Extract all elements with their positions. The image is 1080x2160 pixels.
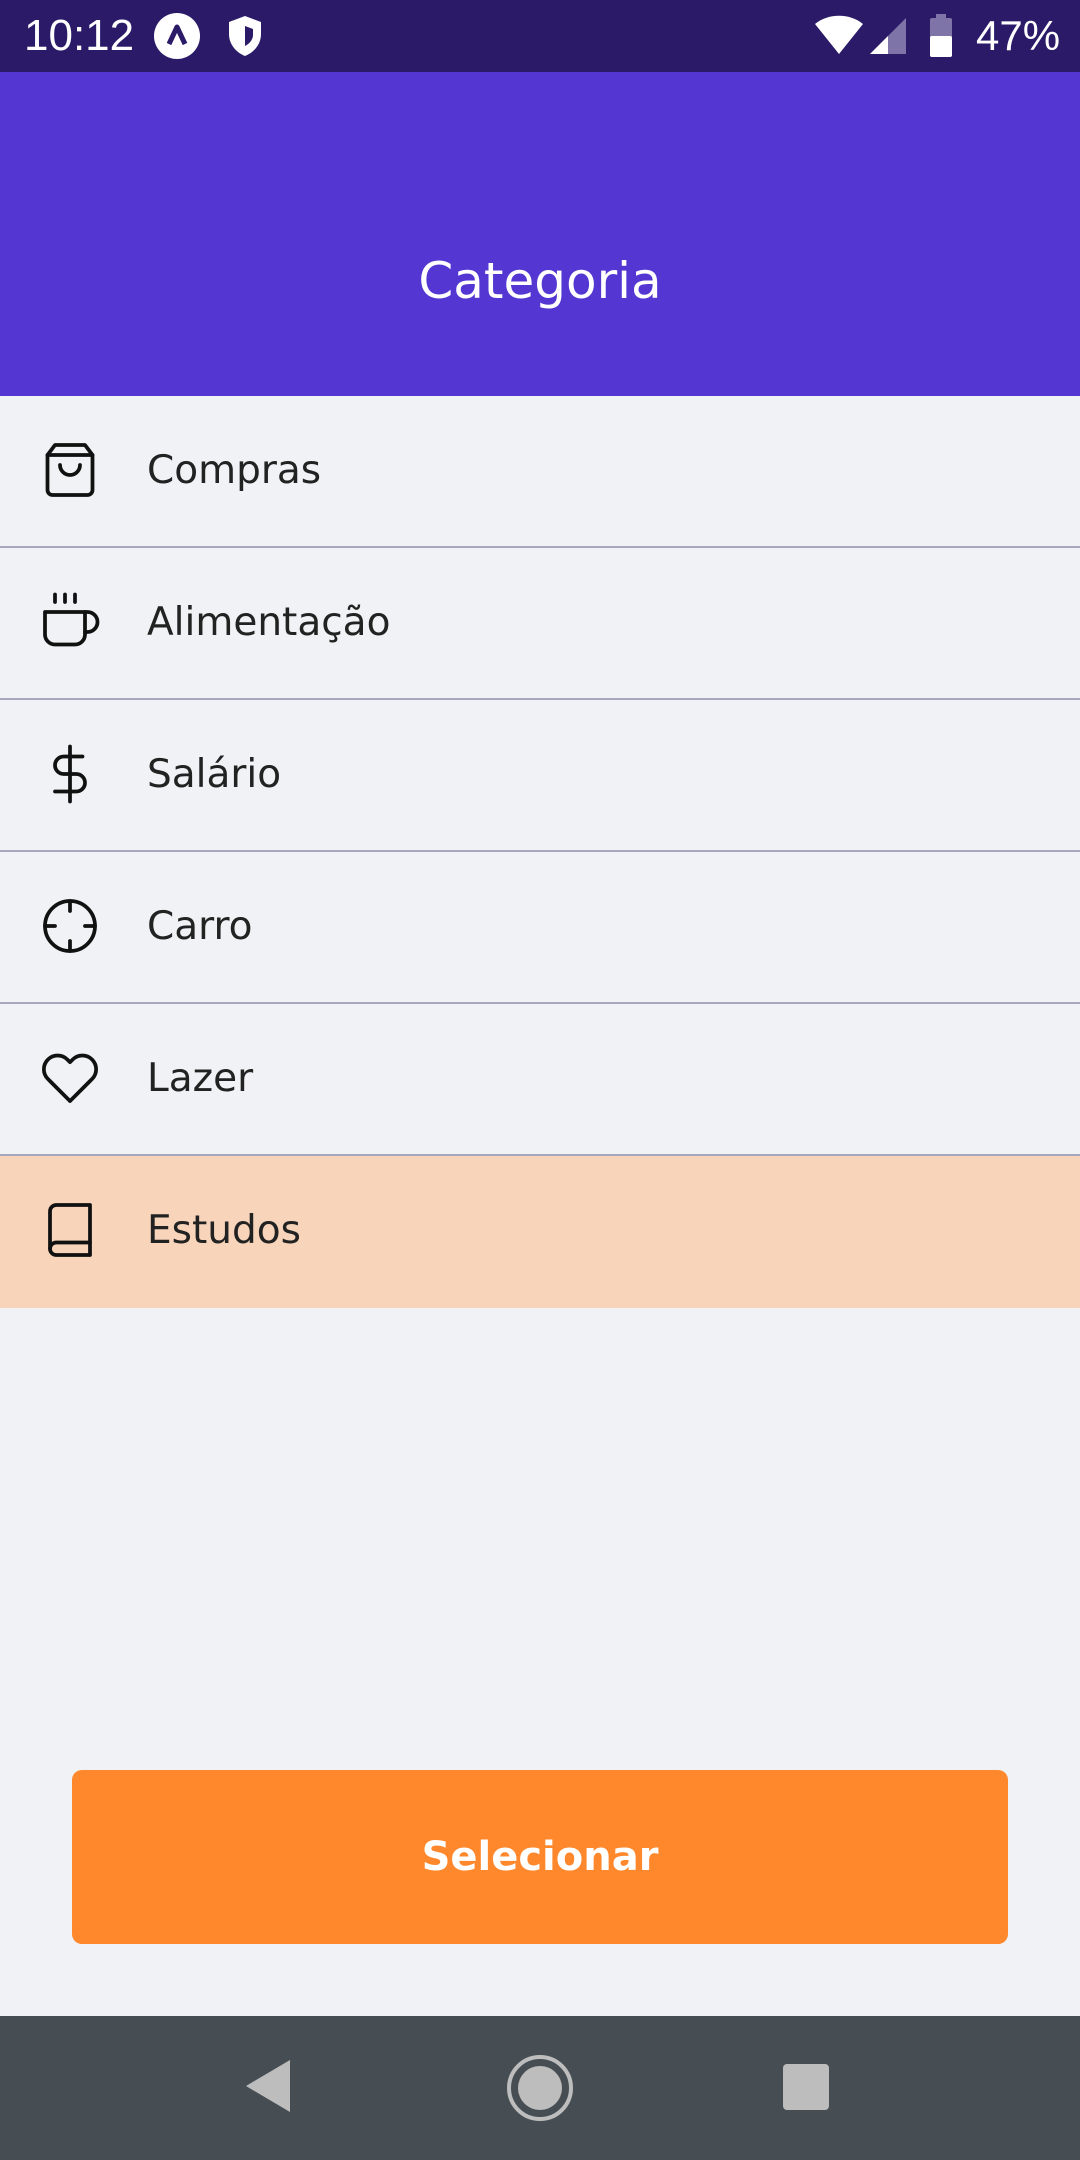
shield-icon: [226, 14, 264, 58]
wifi-icon: [814, 14, 864, 56]
select-button[interactable]: Selecionar: [72, 1770, 1008, 1944]
recents-icon[interactable]: [783, 2064, 829, 2110]
back-icon[interactable]: [244, 2058, 294, 2114]
dollar-sign-icon: [40, 744, 100, 804]
battery-percent: 47%: [976, 12, 1061, 59]
category-label: Alimentação: [147, 600, 391, 645]
category-item-lazer[interactable]: Lazer: [0, 1004, 1080, 1156]
app-a-icon: [154, 13, 200, 59]
crosshair-icon: [40, 896, 100, 956]
category-item-carro[interactable]: Carro: [0, 852, 1080, 1004]
home-icon[interactable]: [506, 2054, 574, 2122]
signal-icon: [868, 14, 908, 56]
page-title: Categoria: [418, 252, 662, 310]
coffee-icon: [40, 592, 100, 652]
category-item-compras[interactable]: Compras: [0, 396, 1080, 548]
category-item-estudos[interactable]: Estudos: [0, 1156, 1080, 1308]
category-item-salario[interactable]: Salário: [0, 700, 1080, 852]
category-label: Estudos: [147, 1208, 301, 1253]
category-label: Carro: [147, 904, 253, 949]
battery-icon: [928, 14, 954, 58]
book-icon: [40, 1200, 100, 1260]
category-label: Lazer: [147, 1056, 254, 1101]
category-list: Compras Alimentação Salário Carro Lazer …: [0, 396, 1080, 1308]
app-header: Categoria: [0, 72, 1080, 396]
shopping-bag-icon: [40, 440, 100, 500]
status-time: 10:12: [24, 11, 135, 60]
heart-icon: [40, 1048, 100, 1108]
category-label: Compras: [147, 448, 322, 493]
status-bar: 10:12 47%: [0, 0, 1080, 72]
category-label: Salário: [147, 752, 282, 797]
system-nav-bar: [0, 2016, 1080, 2160]
category-item-alimentacao[interactable]: Alimentação: [0, 548, 1080, 700]
